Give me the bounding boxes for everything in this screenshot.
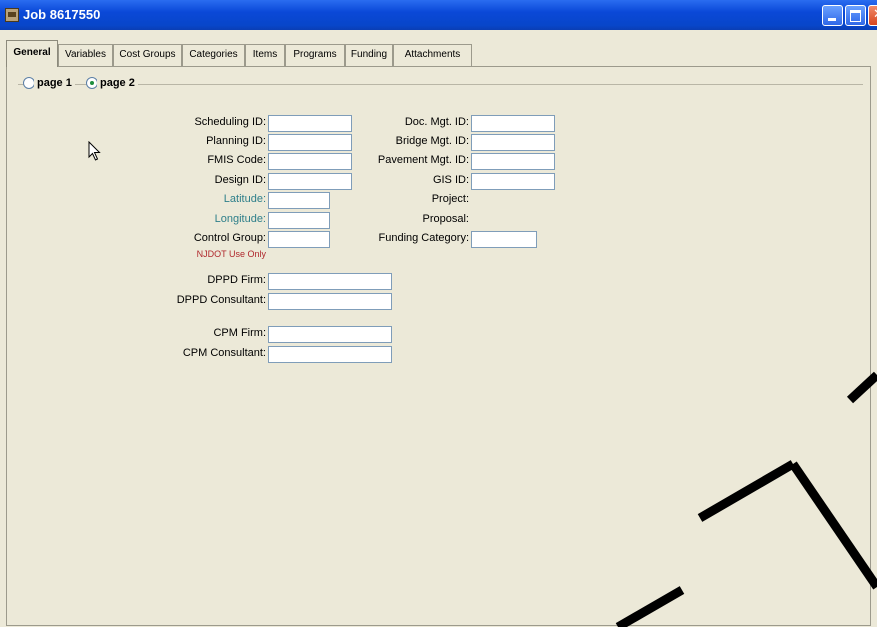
fmis-code-field[interactable] <box>268 153 352 170</box>
control-group-field[interactable] <box>268 231 330 248</box>
cpm-firm-label: CPM Firm: <box>213 327 266 339</box>
page-selector-line <box>18 84 863 86</box>
general-panel <box>6 66 871 626</box>
close-button[interactable] <box>868 5 877 26</box>
tab-variables[interactable]: Variables <box>58 44 113 66</box>
cpm-firm-field[interactable] <box>268 326 392 343</box>
design-id-field[interactable] <box>268 173 352 190</box>
tab-funding[interactable]: Funding <box>345 44 393 66</box>
tab-cost-groups[interactable]: Cost Groups <box>113 44 182 66</box>
latitude-field[interactable] <box>268 192 330 209</box>
cpm-consultant-label: CPM Consultant: <box>182 347 266 359</box>
design-id-label: Design ID: <box>214 174 266 186</box>
latitude-label: Latitude: <box>223 193 266 205</box>
pavement-mgt-id-label: Pavement Mgt. ID: <box>377 154 469 166</box>
tab-general[interactable]: General <box>6 40 58 67</box>
gis-id-field[interactable] <box>471 173 555 190</box>
gis-id-label: GIS ID: <box>432 174 469 186</box>
mouse-cursor-icon <box>88 141 101 161</box>
bridge-mgt-id-label: Bridge Mgt. ID: <box>395 135 469 147</box>
bridge-mgt-id-field[interactable] <box>471 134 555 151</box>
window-title: Job 8617550 <box>23 7 101 22</box>
proposal-label: Proposal: <box>422 213 469 225</box>
window-titlebar[interactable]: Job 8617550 <box>0 0 877 30</box>
scheduling-id-label: Scheduling ID: <box>194 116 266 128</box>
page2-label[interactable]: page 2 <box>97 77 138 89</box>
planning-id-label: Planning ID: <box>206 135 266 147</box>
tab-items[interactable]: Items <box>245 44 285 66</box>
page1-label[interactable]: page 1 <box>34 77 75 89</box>
dppd-consultant-field[interactable] <box>268 293 392 310</box>
control-group-label: Control Group: <box>193 232 266 244</box>
project-label: Project: <box>431 193 469 205</box>
planning-id-field[interactable] <box>268 134 352 151</box>
cpm-consultant-field[interactable] <box>268 346 392 363</box>
tab-programs[interactable]: Programs <box>285 44 345 66</box>
njdot-use-only-note: NJDOT Use Only <box>196 249 266 259</box>
fmis-code-label: FMIS Code: <box>207 154 266 166</box>
app-icon <box>5 8 19 22</box>
scheduling-id-field[interactable] <box>268 115 352 132</box>
doc-mgt-id-field[interactable] <box>471 115 555 132</box>
doc-mgt-id-label: Doc. Mgt. ID: <box>404 116 469 128</box>
tab-attachments[interactable]: Attachments <box>393 44 472 66</box>
dppd-firm-field[interactable] <box>268 273 392 290</box>
pavement-mgt-id-field[interactable] <box>471 153 555 170</box>
tab-categories[interactable]: Categories <box>182 44 245 66</box>
funding-category-field[interactable] <box>471 231 537 248</box>
dppd-consultant-label: DPPD Consultant: <box>176 294 266 306</box>
maximize-button[interactable] <box>845 5 866 26</box>
funding-category-label: Funding Category: <box>378 232 470 244</box>
dppd-firm-label: DPPD Firm: <box>207 274 266 286</box>
longitude-field[interactable] <box>268 212 330 229</box>
longitude-label: Longitude: <box>214 213 266 225</box>
minimize-button[interactable] <box>822 5 843 26</box>
